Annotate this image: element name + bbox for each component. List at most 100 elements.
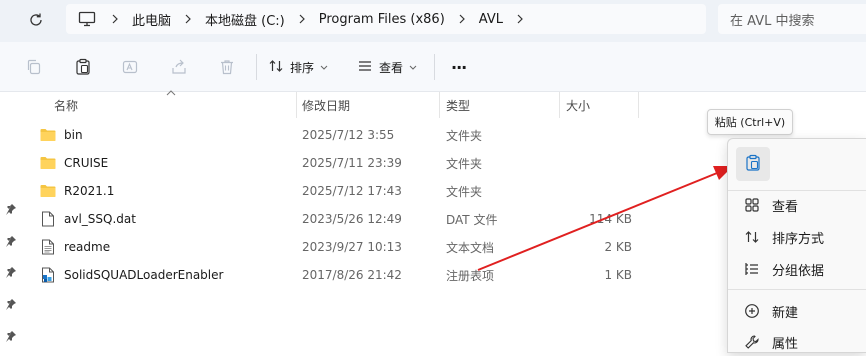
paste-icon[interactable]	[72, 56, 94, 78]
column-header-type[interactable]: 类型	[446, 92, 556, 118]
menu-item-new[interactable]: 新建	[728, 297, 866, 325]
file-size	[564, 177, 632, 205]
address-bar: 此电脑 本地磁盘 (C:) Program Files (x86) AVL 在 …	[0, 0, 866, 42]
computer-icon[interactable]	[78, 11, 96, 27]
file-row[interactable]: R2021.1 2025/7/12 17:43 文件夹	[30, 177, 636, 205]
menu-item-label: 新建	[772, 305, 799, 321]
chevron-right-icon	[449, 14, 475, 24]
file-name-cell[interactable]: avl_SSQ.dat	[40, 205, 136, 233]
menu-item-label: 排序方式	[772, 231, 825, 247]
rename-icon[interactable]	[119, 56, 141, 78]
navigation-pane	[0, 92, 22, 353]
file-size	[564, 149, 632, 177]
view-grid-icon	[743, 196, 761, 214]
menu-item-sort-by[interactable]: 排序方式	[728, 223, 866, 251]
share-icon[interactable]	[168, 56, 190, 78]
column-header-size[interactable]: 大小	[566, 92, 636, 118]
chevron-right-icon	[289, 14, 315, 24]
column-header-date[interactable]: 修改日期	[302, 92, 436, 118]
menu-item-label: 查看	[772, 199, 799, 215]
search-input[interactable]: 在 AVL 中搜索	[718, 4, 866, 34]
file-type: 文本文档	[446, 240, 495, 255]
file-name: bin	[64, 128, 83, 142]
pin-icon[interactable]	[5, 298, 17, 310]
sort-icon	[743, 228, 761, 246]
file-name: SolidSQUADLoaderEnabler	[64, 268, 224, 282]
command-bar: 排序 查看 ···	[0, 42, 866, 92]
chevron-right-icon	[102, 14, 128, 24]
column-divider[interactable]	[638, 92, 639, 118]
view-list-icon	[357, 58, 373, 77]
pin-icon[interactable]	[5, 330, 17, 342]
file-date: 2025/7/12 17:43	[302, 184, 402, 198]
file-row[interactable]: readme 2023/9/27 10:13 文本文档 2 KB	[30, 233, 636, 261]
file-date: 2025/7/12 3:55	[302, 128, 395, 142]
file-date: 2023/5/26 12:49	[302, 212, 402, 226]
file-name-cell[interactable]: R2021.1	[40, 177, 114, 205]
file-row[interactable]: avl_SSQ.dat 2023/5/26 12:49 DAT 文件 114 KB	[30, 205, 636, 233]
menu-item-properties[interactable]: 属性	[728, 328, 866, 356]
column-divider[interactable]	[439, 92, 440, 118]
file-name-cell[interactable]: SolidSQUADLoaderEnabler	[40, 261, 223, 289]
file-icon	[40, 211, 56, 227]
chevron-right-icon[interactable]	[507, 14, 533, 24]
view-label: 查看	[379, 60, 404, 75]
copy-icon[interactable]	[23, 56, 45, 78]
file-name-cell[interactable]: CRUISE	[40, 149, 108, 177]
file-type: 文件夹	[446, 128, 483, 143]
context-menu: 查看 排序方式 分组依据 新建 属性	[727, 138, 866, 353]
new-icon	[743, 302, 761, 320]
registry-file-icon	[40, 267, 56, 283]
folder-icon	[40, 184, 56, 198]
sort-label: 排序	[290, 60, 315, 75]
file-size	[564, 121, 632, 149]
file-date: 2017/8/26 21:42	[302, 268, 402, 282]
search-placeholder: 在 AVL 中搜索	[730, 13, 815, 29]
pin-icon[interactable]	[5, 203, 17, 215]
text-file-icon	[40, 239, 56, 255]
file-type: 注册表项	[446, 268, 495, 283]
chevron-down-icon	[320, 60, 328, 74]
menu-item-label: 属性	[772, 336, 799, 352]
file-name: avl_SSQ.dat	[64, 212, 136, 226]
file-size: 2 KB	[604, 240, 632, 254]
file-name-cell[interactable]: readme	[40, 233, 110, 261]
menu-item-view[interactable]: 查看	[728, 191, 866, 219]
column-divider[interactable]	[559, 92, 560, 118]
folder-icon	[40, 156, 56, 170]
chevron-down-icon	[409, 60, 417, 74]
group-icon	[743, 260, 761, 278]
column-header-name[interactable]: 名称	[54, 92, 294, 118]
file-name: R2021.1	[64, 184, 115, 198]
delete-icon[interactable]	[216, 56, 238, 78]
pin-icon[interactable]	[5, 235, 17, 247]
sort-button[interactable]: 排序	[268, 55, 328, 79]
file-size: 114 KB	[589, 212, 632, 226]
breadcrumb-item-program-files[interactable]: Program Files (x86)	[315, 12, 449, 27]
toolbar-divider	[256, 54, 257, 80]
folder-icon	[40, 128, 56, 142]
menu-item-label: 分组依据	[772, 263, 825, 279]
file-name: readme	[64, 240, 111, 254]
file-row[interactable]: SolidSQUADLoaderEnabler 2017/8/26 21:42 注册…	[30, 261, 636, 289]
view-button[interactable]: 查看	[357, 55, 417, 79]
pin-icon[interactable]	[5, 266, 17, 278]
column-divider[interactable]	[296, 92, 297, 118]
paste-button[interactable]	[736, 147, 770, 181]
refresh-icon[interactable]	[24, 8, 48, 32]
breadcrumb-item-this-pc[interactable]: 此电脑	[128, 10, 175, 29]
breadcrumb[interactable]: 此电脑 本地磁盘 (C:) Program Files (x86) AVL	[66, 4, 706, 34]
more-options-button[interactable]: ···	[451, 55, 467, 79]
breadcrumb-item-local-disk[interactable]: 本地磁盘 (C:)	[201, 10, 289, 29]
file-row[interactable]: CRUISE 2025/7/11 23:39 文件夹	[30, 149, 636, 177]
file-date: 2025/7/11 23:39	[302, 156, 402, 170]
breadcrumb-item-avl[interactable]: AVL	[475, 12, 507, 27]
menu-item-group-by[interactable]: 分组依据	[728, 255, 866, 283]
file-row[interactable]: bin 2025/7/12 3:55 文件夹	[30, 121, 636, 149]
toolbar-divider	[434, 54, 435, 80]
file-name-cell[interactable]: bin	[40, 121, 83, 149]
file-type: 文件夹	[446, 184, 483, 199]
file-name: CRUISE	[64, 156, 109, 170]
more-icon: ···	[451, 57, 467, 77]
paste-tooltip: 粘贴 (Ctrl+V)	[707, 109, 793, 135]
